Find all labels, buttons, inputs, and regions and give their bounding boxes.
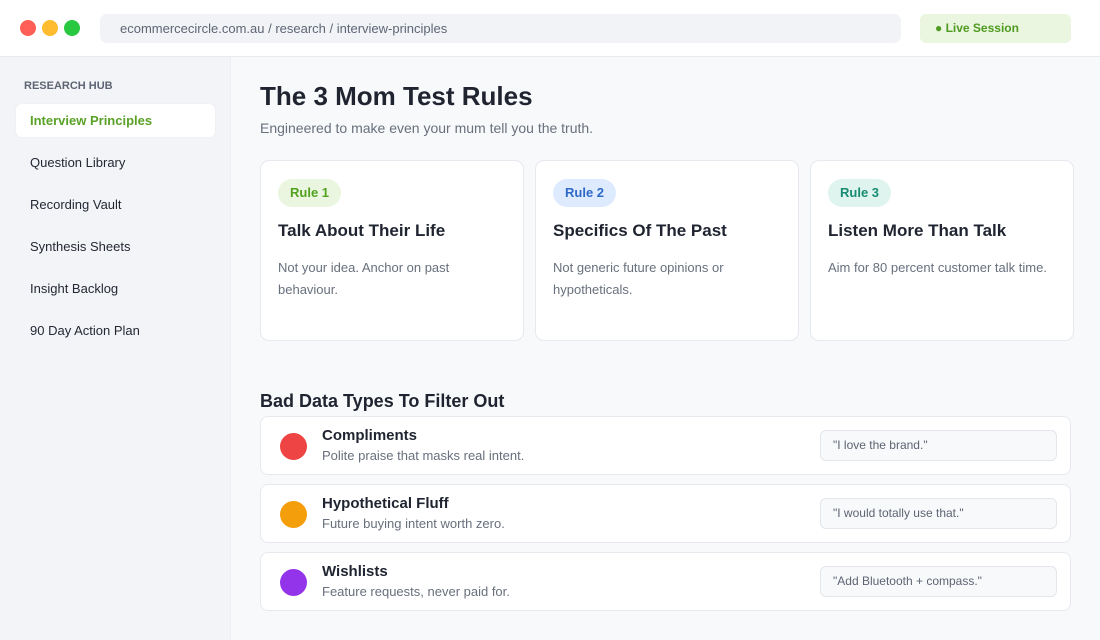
rule-2-title: Specifics Of The Past [553,221,727,240]
sidebar-item-90-day-action-plan[interactable]: 90 Day Action Plan [16,314,215,347]
orange-status-dot-icon [280,501,307,528]
browser-top-bar: ecommercecircle.com.au / research / inte… [0,0,1100,57]
bad-data-row-wishlists: Wishlists Feature requests, never paid f… [260,552,1071,611]
example-quote-field: "I love the brand." [820,430,1057,461]
sidebar-item-recording-vault[interactable]: Recording Vault [16,188,215,221]
sidebar-item-interview-principles[interactable]: Interview Principles [16,104,215,137]
address-bar[interactable]: ecommercecircle.com.au / research / inte… [100,14,901,43]
page-title: The 3 Mom Test Rules [260,81,533,111]
bad-data-description: Feature requests, never paid for. [322,584,510,599]
purple-status-dot-icon [280,569,307,596]
browser-window: ecommercecircle.com.au / research / inte… [0,0,1100,640]
rule-card-1: Rule 1 Talk About Their Life Not your id… [260,160,524,341]
bad-data-title: Compliments [322,427,418,444]
close-window-button[interactable] [20,20,36,36]
page-subtitle: Engineered to make even your mum tell yo… [260,120,594,136]
interview-principles-content: The 3 Mom Test Rules Engineered to make … [231,57,1100,640]
bad-data-section-title: Bad Data Types To Filter Out [260,390,505,411]
bad-data-row-hypothetical-fluff: Hypothetical Fluff Future buying intent … [260,484,1071,543]
example-quote-field: "Add Bluetooth + compass." [820,566,1057,597]
sidebar-item-insight-backlog[interactable]: Insight Backlog [16,272,215,305]
live-session-badge: ● Live Session [920,14,1071,43]
rule-1-description: Not your idea. Anchor on past behaviour. [278,260,450,297]
bad-data-title: Wishlists [322,563,388,580]
minimize-window-button[interactable] [42,20,58,36]
maximize-window-button[interactable] [64,20,80,36]
rule-3-title: Listen More Than Talk [828,221,1007,240]
rule-3-badge: Rule 3 [828,179,892,207]
rule-1-badge: Rule 1 [278,179,342,207]
red-status-dot-icon [280,433,307,460]
rule-2-badge: Rule 2 [553,179,617,207]
rule-card-3: Rule 3 Listen More Than Talk Aim for 80 … [810,160,1074,341]
sidebar-item-question-library[interactable]: Question Library [16,146,215,179]
example-quote-field: "I would totally use that." [820,498,1057,529]
bad-data-description: Future buying intent worth zero. [322,516,505,531]
rule-card-2: Rule 2 Specifics Of The Past Not generic… [535,160,799,341]
rule-3-description: Aim for 80 percent customer talk time. [828,260,1047,275]
bad-data-description: Polite praise that masks real intent. [322,448,525,463]
sidebar-item-synthesis-sheets[interactable]: Synthesis Sheets [16,230,215,263]
rule-1-title: Talk About Their Life [278,221,446,240]
bad-data-title: Hypothetical Fluff [322,495,449,512]
research-sidebar: RESEARCH HUB Interview Principles Questi… [0,57,231,640]
sidebar-heading: RESEARCH HUB [24,80,113,92]
rule-2-description: Not generic future opinions or hypotheti… [553,260,724,297]
bad-data-row-compliments: Compliments Polite praise that masks rea… [260,416,1071,475]
